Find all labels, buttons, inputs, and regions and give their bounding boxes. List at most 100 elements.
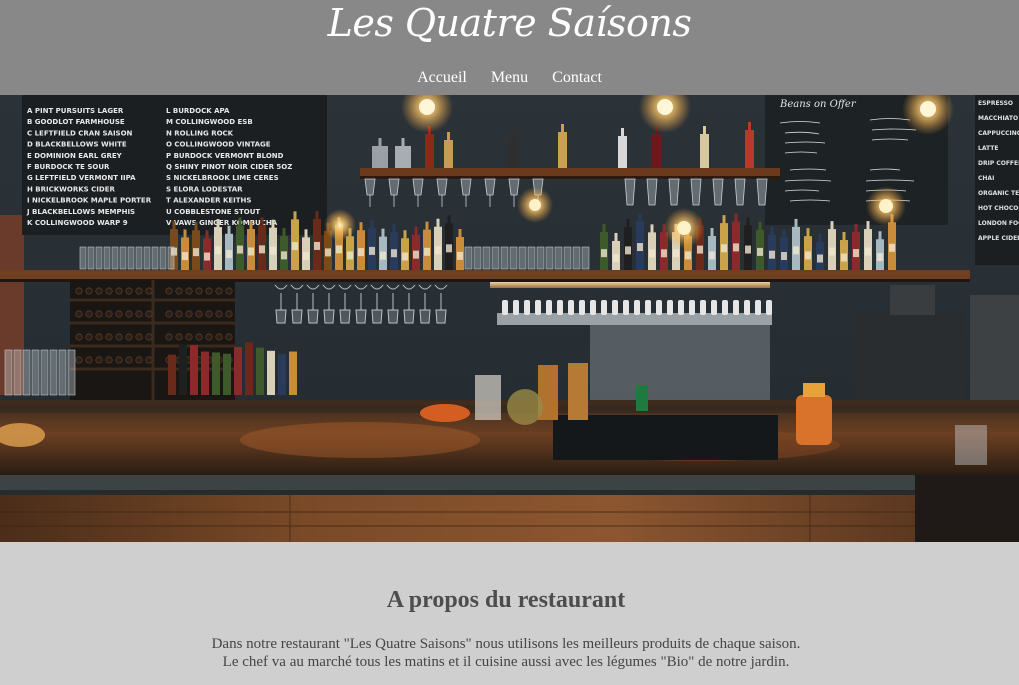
bottle-label	[435, 246, 441, 255]
bottle-label	[649, 249, 655, 258]
wine-glass-bowl	[339, 309, 351, 324]
beer-tap	[524, 300, 530, 315]
hanging-glass	[712, 178, 724, 206]
bottle	[618, 136, 627, 168]
wine-bottle-end	[165, 310, 173, 318]
beer-list-item: J BLACKBELLOWS MEMPHIS	[26, 208, 135, 216]
bottle-label	[424, 247, 430, 256]
wine-bottle-end	[185, 287, 193, 295]
bottle-neck	[370, 219, 374, 229]
bottle-label	[697, 245, 703, 254]
glass	[563, 246, 572, 270]
bottle-neck	[260, 217, 264, 227]
glass	[491, 246, 500, 270]
wine-bottle-end	[105, 356, 113, 364]
beer-tap	[645, 300, 651, 315]
bottle-neck	[866, 221, 870, 231]
wine-bottle-end	[185, 333, 193, 341]
beer-list-item: P BURDOCK VERMONT BLOND	[166, 152, 284, 160]
wine-bottle-end	[115, 333, 123, 341]
wine-glass-bowl	[323, 309, 335, 324]
bottle-neck	[447, 215, 451, 225]
coffee-list-item: DRIP COFFEE	[978, 160, 1019, 167]
bottle-neck	[458, 229, 462, 239]
wine-bottle-end	[85, 333, 93, 341]
beer-tap	[678, 300, 684, 315]
bottle-label	[193, 248, 199, 257]
bottle	[745, 130, 754, 168]
glass	[31, 349, 40, 396]
bottle-label	[380, 251, 386, 260]
nav-link-menu[interactable]: Menu	[491, 68, 528, 88]
bottle	[245, 342, 253, 395]
glass	[58, 349, 67, 396]
bottle-label	[248, 247, 254, 256]
wine-bottle-end	[205, 287, 213, 295]
bottle-neck	[172, 221, 176, 231]
wine-bottle-end	[195, 287, 203, 295]
glass	[518, 246, 527, 270]
bottle-neck	[238, 217, 242, 227]
wine-bottle-end	[225, 333, 233, 341]
wine-bottle-end	[145, 356, 153, 364]
wine-bottle-end	[175, 333, 183, 341]
bottle-label	[889, 243, 895, 252]
bottle-neck	[770, 226, 774, 236]
glass	[119, 246, 127, 270]
bottle-neck	[227, 225, 231, 235]
bottle	[700, 134, 709, 168]
wine-glass-bowl	[307, 309, 319, 324]
beer-tap	[623, 300, 629, 315]
bottle-label	[402, 252, 408, 261]
glass	[103, 246, 111, 270]
bottle-neck	[703, 126, 706, 135]
bottle-label	[769, 250, 775, 259]
bottle	[256, 347, 264, 395]
bottle-neck	[511, 130, 515, 139]
beer-list-item: C LEFTFIELD CRAN SAISON	[27, 129, 133, 137]
hanging-glass	[412, 178, 424, 196]
bottle-label	[817, 254, 823, 263]
bottle-neck	[561, 124, 564, 133]
bottle-label	[292, 242, 298, 251]
glass	[79, 246, 87, 270]
bottle-neck	[638, 212, 642, 222]
wine-bottle-end	[115, 356, 123, 364]
bottle	[278, 354, 286, 395]
wine-glass-bowl	[371, 309, 383, 324]
beer-tap	[557, 300, 563, 315]
beer-tap	[755, 300, 761, 315]
wine-bottle-end	[75, 310, 83, 318]
wine-bottle-end	[225, 310, 233, 318]
coffee-list-item: APPLE CIDER	[978, 235, 1019, 242]
beer-list-item: U COBBLESTONE STOUT	[166, 208, 260, 216]
bottle	[223, 353, 231, 395]
glass	[135, 246, 143, 270]
nav-link-contact[interactable]: Contact	[552, 68, 602, 88]
nav-link-accueil[interactable]: Accueil	[417, 68, 467, 88]
glass	[554, 246, 563, 270]
bar-photo: A PINT PURSUITS LAGER B GOODLOT FARMHOUSE…	[0, 95, 1019, 542]
wine-bottle-end	[95, 333, 103, 341]
wine-bottle-end	[175, 310, 183, 318]
bottle-neck	[401, 138, 405, 147]
bottle-neck	[626, 219, 630, 229]
wine-bottle-end	[85, 356, 93, 364]
hero-image: A PINT PURSUITS LAGER B GOODLOT FARMHOUSE…	[0, 95, 1019, 542]
bottle-neck	[205, 230, 209, 240]
bottle-neck	[842, 232, 846, 242]
bottle-neck	[650, 224, 654, 234]
bottle-label	[829, 247, 835, 256]
glass	[464, 246, 473, 270]
beer-tap	[590, 300, 596, 315]
bottle-neck	[878, 231, 882, 241]
bottle-label	[204, 252, 210, 261]
bottle-neck	[194, 222, 198, 232]
bottle	[652, 134, 661, 168]
bottle-label	[625, 246, 631, 255]
bottle	[234, 346, 242, 395]
bottle-neck	[614, 232, 618, 242]
bottle-neck	[806, 228, 810, 238]
hanging-glass	[484, 178, 496, 196]
wine-bottle-end	[135, 356, 143, 364]
